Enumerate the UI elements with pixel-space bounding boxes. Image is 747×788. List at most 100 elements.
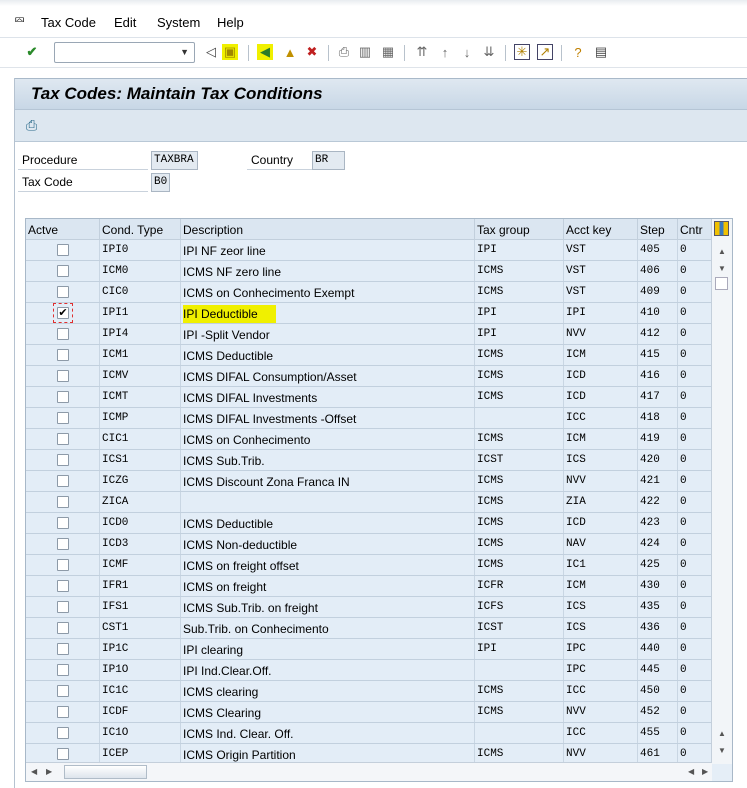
table-row[interactable]: ICM1 ICMS Deductible ICMS ICM 415 0 — [26, 345, 712, 366]
find-icon[interactable]: ▥ — [357, 44, 373, 60]
active-checkbox[interactable] — [57, 349, 69, 361]
active-checkbox[interactable] — [57, 748, 69, 760]
menu-icon[interactable]: ⮹ — [14, 12, 25, 29]
cancel-icon[interactable]: ✖ — [304, 44, 320, 60]
table-row[interactable]: IP1O IPI Ind.Clear.Off. IPC 445 0 — [26, 660, 712, 681]
table-row[interactable]: IC1O ICMS Ind. Clear. Off. ICC 455 0 — [26, 723, 712, 744]
cell-acct-key: ICS — [564, 597, 638, 617]
exit-icon[interactable]: ▲ — [282, 44, 298, 60]
active-checkbox[interactable] — [57, 685, 69, 697]
active-checkbox[interactable]: ✔ — [57, 307, 69, 319]
table-row[interactable]: ICMV ICMS DIFAL Consumption/Asset ICMS ICD 4… — [26, 366, 712, 387]
active-checkbox[interactable] — [57, 580, 69, 592]
step-text: 418 — [640, 412, 660, 424]
active-checkbox[interactable] — [57, 370, 69, 382]
horizontal-scrollbar[interactable]: ◀ ▶ ◀ ▶ — [26, 762, 712, 781]
command-field[interactable]: ▼ — [54, 42, 195, 63]
active-checkbox[interactable] — [57, 559, 69, 571]
column-header-description[interactable]: Description — [181, 219, 475, 240]
active-checkbox[interactable] — [57, 622, 69, 634]
table-settings-icon[interactable] — [714, 221, 729, 236]
scroll-thumb[interactable] — [715, 277, 728, 290]
active-checkbox[interactable] — [57, 496, 69, 508]
first-page-icon[interactable]: ⇈ — [414, 44, 430, 60]
menu-edit[interactable]: Edit — [114, 15, 136, 30]
active-checkbox[interactable] — [57, 244, 69, 256]
help-icon[interactable]: ? — [570, 44, 586, 60]
menu-help[interactable]: Help — [217, 15, 244, 30]
table-row[interactable]: IP1C IPI clearing IPI IPC 440 0 — [26, 639, 712, 660]
menu-system[interactable]: System — [157, 15, 200, 30]
active-checkbox[interactable] — [57, 454, 69, 466]
table-row[interactable]: ICMP ICMS DIFAL Investments -Offset ICC 418… — [26, 408, 712, 429]
cell-active — [26, 492, 100, 512]
cell-step: 422 — [638, 492, 678, 512]
find-next-icon[interactable]: ▦ — [380, 44, 396, 60]
active-checkbox[interactable] — [57, 601, 69, 613]
column-header-active[interactable]: Actve — [26, 219, 100, 240]
active-checkbox[interactable] — [57, 538, 69, 550]
table-row[interactable]: IFS1 ICMS Sub.Trib. on freight ICFS ICS 435 0 — [26, 597, 712, 618]
active-checkbox[interactable] — [57, 433, 69, 445]
active-checkbox[interactable] — [57, 475, 69, 487]
scroll-down-icon[interactable]: ▼ — [718, 746, 726, 755]
column-header-cntr[interactable]: Cntr — [678, 219, 712, 240]
shortcut-icon[interactable]: ↗ — [537, 44, 553, 60]
table-row[interactable]: IFR1 ICMS on freight ICFR ICM 430 0 — [26, 576, 712, 597]
active-checkbox[interactable] — [57, 391, 69, 403]
active-checkbox[interactable] — [57, 664, 69, 676]
previous-page-icon[interactable]: ↑ — [437, 44, 453, 60]
column-header-step[interactable]: Step — [638, 219, 678, 240]
table-row[interactable]: ICS1 ICMS Sub.Trib. ICST ICS 420 0 — [26, 450, 712, 471]
table-row[interactable]: ICD3 ICMS Non-deductible ICMS NAV 424 0 — [26, 534, 712, 555]
scroll-up-icon[interactable]: ▲ — [718, 729, 726, 738]
scroll-thumb[interactable] — [64, 765, 147, 779]
active-checkbox[interactable] — [57, 706, 69, 718]
cell-step: 416 — [638, 366, 678, 386]
new-session-icon[interactable]: ✳ — [514, 44, 530, 60]
cell-acct-key: VST — [564, 240, 638, 260]
chevron-down-icon[interactable]: ▼ — [180, 47, 189, 57]
column-header-acct-key[interactable]: Acct key — [564, 219, 638, 240]
table-row[interactable]: IPI4 IPI -Split Vendor IPI NVV 412 0 — [26, 324, 712, 345]
active-checkbox[interactable] — [57, 643, 69, 655]
table-row[interactable]: CIC1 ICMS on Conhecimento ICMS ICM 419 0 — [26, 429, 712, 450]
table-row[interactable]: ICMT ICMS DIFAL Investments ICMS ICD 417 0 — [26, 387, 712, 408]
menu-tax-code[interactable]: Tax Code — [41, 15, 96, 30]
table-row[interactable]: ✔ IPI1 IPI Deductible IPI IPI 410 0 — [26, 303, 712, 324]
table-row[interactable]: ICDF ICMS Clearing ICMS NVV 452 0 — [26, 702, 712, 723]
active-checkbox[interactable] — [57, 265, 69, 277]
active-checkbox[interactable] — [57, 328, 69, 340]
table-row[interactable]: ICMF ICMS on freight offset ICMS IC1 425 0 — [26, 555, 712, 576]
table-row[interactable]: ICZG ICMS Discount Zona Franca IN ICMS NVV 4… — [26, 471, 712, 492]
scroll-right-icon[interactable]: ▶ — [702, 767, 708, 776]
active-checkbox[interactable] — [57, 286, 69, 298]
last-page-icon[interactable]: ⇊ — [481, 44, 497, 60]
column-header-tax-group[interactable]: Tax group — [475, 219, 564, 240]
print-icon[interactable]: ⎙ — [26, 117, 37, 134]
active-checkbox[interactable] — [57, 727, 69, 739]
back-triangle-icon[interactable]: ◁ — [203, 44, 219, 60]
scroll-up-icon[interactable]: ▲ — [718, 247, 726, 256]
table-row[interactable]: CIC0 ICMS on Conhecimento Exempt ICMS VST 40… — [26, 282, 712, 303]
scroll-left-icon[interactable]: ◀ — [31, 767, 37, 776]
enter-icon[interactable]: ✔ — [24, 44, 40, 60]
scroll-down-icon[interactable]: ▼ — [718, 264, 726, 273]
scroll-left-icon[interactable]: ◀ — [688, 767, 694, 776]
next-page-icon[interactable]: ↓ — [459, 44, 475, 60]
scroll-right-icon[interactable]: ▶ — [46, 767, 52, 776]
table-row[interactable]: ICD0 ICMS Deductible ICMS ICD 423 0 — [26, 513, 712, 534]
print-icon[interactable]: ⎙ — [336, 44, 352, 60]
save-icon[interactable]: ▣ — [222, 44, 238, 60]
vertical-scrollbar[interactable]: ▲ ▼ ▲ ▼ — [711, 219, 732, 764]
table-row[interactable]: IC1C ICMS clearing ICMS ICC 450 0 — [26, 681, 712, 702]
active-checkbox[interactable] — [57, 517, 69, 529]
column-header-cond-type[interactable]: Cond. Type — [100, 219, 181, 240]
back-icon[interactable]: ◀ — [257, 44, 273, 60]
customize-layout-icon[interactable]: ▤ — [593, 44, 609, 60]
table-row[interactable]: ZICA ICMS ZIA 422 0 — [26, 492, 712, 513]
table-row[interactable]: IPI0 IPI NF zeor line IPI VST 405 0 — [26, 240, 712, 261]
table-row[interactable]: CST1 Sub.Trib. on Conhecimento ICST ICS 436 0 — [26, 618, 712, 639]
table-row[interactable]: ICM0 ICMS NF zero line ICMS VST 406 0 — [26, 261, 712, 282]
active-checkbox[interactable] — [57, 412, 69, 424]
